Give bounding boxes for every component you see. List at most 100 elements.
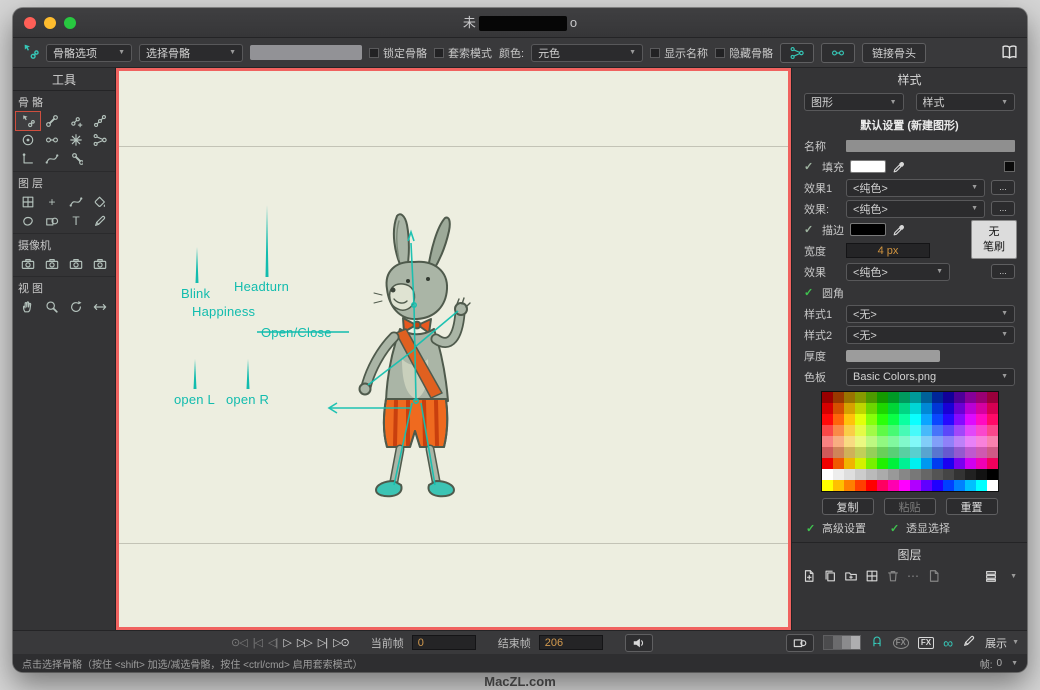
palette-swatch[interactable] xyxy=(888,392,899,403)
display-dropdown[interactable]: 展示▼ xyxy=(985,635,1019,651)
fill-eyedropper-icon[interactable] xyxy=(892,160,906,174)
text-tool[interactable]: T xyxy=(64,212,88,230)
palette-swatch[interactable] xyxy=(987,469,998,480)
draw-shape-tool[interactable] xyxy=(40,212,64,230)
palette-swatch[interactable] xyxy=(954,480,965,491)
palette-swatch[interactable] xyxy=(910,403,921,414)
palette-swatch[interactable] xyxy=(987,436,998,447)
fx-toggle-button[interactable]: FX xyxy=(918,637,934,649)
play-button[interactable]: ▷ xyxy=(283,636,290,649)
palette-swatch[interactable] xyxy=(877,403,888,414)
name-input[interactable] xyxy=(846,140,1015,152)
advanced-settings-checkbox[interactable]: ✓高级设置 xyxy=(806,520,866,536)
palette-swatch[interactable] xyxy=(987,414,998,425)
palette-swatch[interactable] xyxy=(888,414,899,425)
orbit-view-tool[interactable] xyxy=(88,298,112,316)
palette-swatch[interactable] xyxy=(943,480,954,491)
palette-swatch[interactable] xyxy=(899,447,910,458)
palette-swatch[interactable] xyxy=(855,469,866,480)
rabbit-character[interactable] xyxy=(324,209,514,519)
palette-swatch[interactable] xyxy=(899,469,910,480)
palette-swatch[interactable] xyxy=(965,469,976,480)
palette-swatch[interactable] xyxy=(954,447,965,458)
stroke-color-swatch[interactable] xyxy=(850,223,886,236)
camera-zoom-tool[interactable] xyxy=(40,255,64,273)
palette-swatch[interactable] xyxy=(976,403,987,414)
palette-swatch[interactable] xyxy=(822,425,833,436)
loop-button[interactable]: ▷⊙ xyxy=(333,636,349,649)
palette-swatch[interactable] xyxy=(943,458,954,469)
rig-label[interactable]: Blink xyxy=(181,286,210,301)
canvas[interactable]: BlinkHeadturnHappinessOpen/Closeopen Lop… xyxy=(116,68,791,630)
palette-swatch[interactable] xyxy=(954,469,965,480)
palette-swatch[interactable] xyxy=(844,447,855,458)
palette-swatch[interactable] xyxy=(943,469,954,480)
palette-swatch[interactable] xyxy=(932,425,943,436)
no-brush-button[interactable]: 无 笔刷 xyxy=(971,220,1017,259)
smart-bone-dial-tool[interactable] xyxy=(40,150,64,168)
hide-bones-checkbox[interactable]: 隐藏骨骼 xyxy=(715,45,773,61)
palette-swatch[interactable] xyxy=(822,436,833,447)
quality-step-2[interactable] xyxy=(833,636,842,649)
magnet-snap-icon[interactable] xyxy=(870,634,884,651)
palette-swatch[interactable] xyxy=(855,480,866,491)
palette-swatch[interactable] xyxy=(888,447,899,458)
merge-bones-button[interactable] xyxy=(780,43,814,63)
palette-swatch[interactable] xyxy=(910,469,921,480)
quality-step-1[interactable] xyxy=(824,636,833,649)
palette-swatch[interactable] xyxy=(844,425,855,436)
palette-swatch[interactable] xyxy=(921,403,932,414)
palette-swatch[interactable] xyxy=(965,447,976,458)
lasso-mode-checkbox[interactable]: 套索模式 xyxy=(434,45,492,61)
palette-swatch[interactable] xyxy=(866,414,877,425)
palette-swatch[interactable] xyxy=(877,392,888,403)
step-forward-button[interactable]: ▷| xyxy=(318,636,327,649)
palette-swatch[interactable] xyxy=(987,392,998,403)
palette-swatch[interactable] xyxy=(954,403,965,414)
bone-dynamics-tool[interactable] xyxy=(64,150,88,168)
palette-swatch[interactable] xyxy=(844,458,855,469)
palette-swatch[interactable] xyxy=(921,436,932,447)
color-palette-grid[interactable] xyxy=(821,391,999,492)
palette-swatch[interactable] xyxy=(965,403,976,414)
palette-swatch[interactable] xyxy=(932,480,943,491)
prev-keyframe-button[interactable]: |◁ xyxy=(253,636,262,649)
palette-swatch[interactable] xyxy=(822,392,833,403)
view-quality-buttons[interactable] xyxy=(823,635,861,650)
style1-dropdown[interactable]: <无>▼ xyxy=(846,305,1015,323)
palette-swatch[interactable] xyxy=(899,425,910,436)
rig-label[interactable]: Open/Close xyxy=(261,325,332,340)
palette-swatch[interactable] xyxy=(954,392,965,403)
fast-forward-button[interactable]: ▷▷ xyxy=(297,636,312,649)
add-bone-tool[interactable] xyxy=(64,112,88,130)
fill-effect1-dropdown[interactable]: <纯色>▼ xyxy=(846,179,985,197)
palette-swatch[interactable] xyxy=(910,458,921,469)
titlebar[interactable]: 未o xyxy=(13,8,1027,38)
palette-swatch[interactable] xyxy=(877,425,888,436)
audio-button[interactable] xyxy=(625,634,653,652)
palette-swatch[interactable] xyxy=(833,425,844,436)
jump-to-start-button[interactable]: ⊙◁ xyxy=(231,636,247,649)
palette-swatch[interactable] xyxy=(888,458,899,469)
palette-swatch[interactable] xyxy=(888,425,899,436)
palette-swatch[interactable] xyxy=(976,392,987,403)
reparent-bone-tool[interactable] xyxy=(88,112,112,130)
palette-swatch[interactable] xyxy=(855,403,866,414)
fill-checkbox[interactable]: ✓ xyxy=(804,160,816,173)
palette-swatch[interactable] xyxy=(943,403,954,414)
layer-table-icon[interactable] xyxy=(865,569,879,583)
rig-label[interactable]: Happiness xyxy=(192,304,255,319)
palette-swatch[interactable] xyxy=(976,480,987,491)
palette-swatch[interactable] xyxy=(987,458,998,469)
palette-swatch[interactable] xyxy=(910,425,921,436)
bone-constraints-tool[interactable] xyxy=(16,150,40,168)
palette-swatch[interactable] xyxy=(943,447,954,458)
paint-bucket-tool[interactable] xyxy=(88,193,112,211)
fill-effect2-more-button[interactable]: ... xyxy=(991,201,1015,216)
palette-swatch[interactable] xyxy=(965,425,976,436)
offset-bone-tool[interactable] xyxy=(88,131,112,149)
quality-step-3[interactable] xyxy=(842,636,851,649)
palette-swatch[interactable] xyxy=(844,480,855,491)
delete-layer-icon[interactable] xyxy=(886,569,900,583)
infinity-loop-icon[interactable]: ∞ xyxy=(943,636,953,650)
